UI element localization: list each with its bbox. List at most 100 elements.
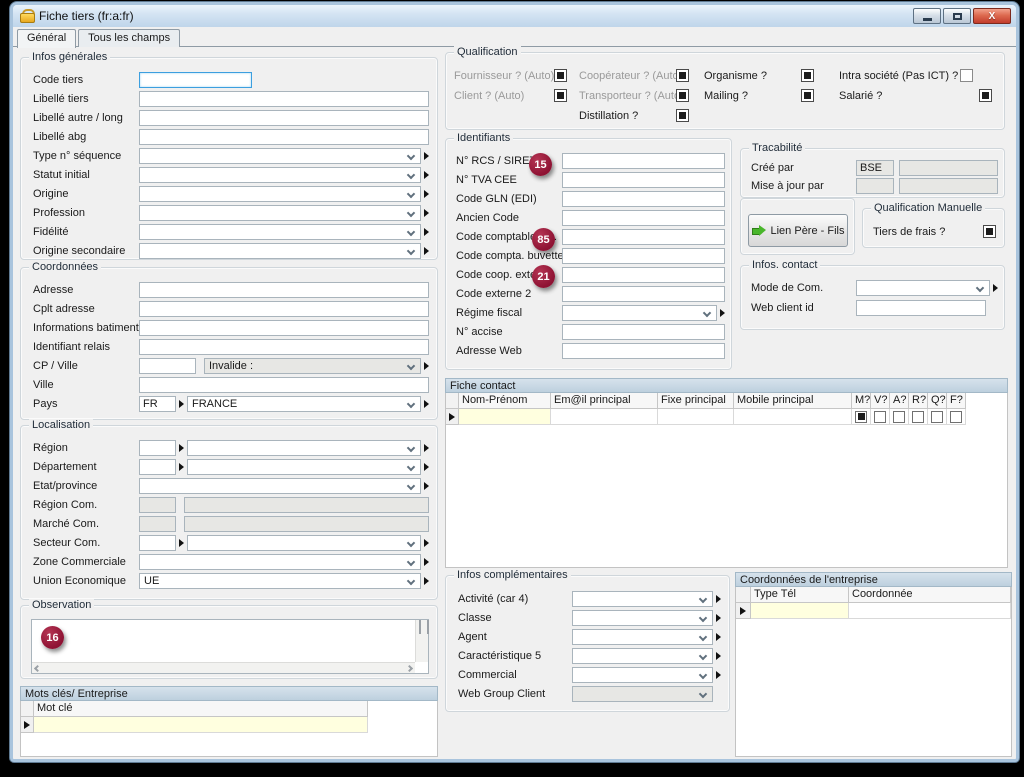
- classe-combo[interactable]: [572, 610, 713, 626]
- detail-arrow-icon[interactable]: [424, 577, 429, 585]
- scroll-right-icon[interactable]: [406, 664, 413, 671]
- tab-tous-les-champs[interactable]: Tous les champs: [78, 29, 180, 47]
- row-selector[interactable]: [736, 603, 751, 619]
- caracteristique-5-combo[interactable]: [572, 648, 713, 664]
- ville-input[interactable]: [139, 377, 429, 393]
- r-checkbox[interactable]: [912, 411, 924, 423]
- web-group-client-combo[interactable]: [572, 686, 713, 702]
- detail-arrow-icon[interactable]: [716, 633, 721, 641]
- detail-arrow-icon[interactable]: [424, 444, 429, 452]
- detail-arrow-icon[interactable]: [179, 400, 184, 408]
- detail-arrow-icon[interactable]: [716, 652, 721, 660]
- r-flag-cell[interactable]: [909, 409, 928, 425]
- origine-secondaire-combo[interactable]: [139, 243, 421, 259]
- informations-batiment-input[interactable]: [139, 320, 429, 336]
- close-button[interactable]: X: [973, 8, 1011, 24]
- code-externe-2-input[interactable]: [562, 286, 725, 302]
- fournisseur-checkbox[interactable]: [554, 69, 567, 82]
- transporteur-checkbox[interactable]: [676, 89, 689, 102]
- detail-arrow-icon[interactable]: [424, 228, 429, 236]
- etat-province-combo[interactable]: [139, 478, 421, 494]
- minimize-button[interactable]: [913, 8, 941, 24]
- v-flag-cell[interactable]: [871, 409, 890, 425]
- identifiant-relais-input[interactable]: [139, 339, 429, 355]
- m-checkbox[interactable]: [855, 411, 867, 423]
- detail-arrow-icon[interactable]: [424, 190, 429, 198]
- statut-initial-combo[interactable]: [139, 167, 421, 183]
- detail-arrow-icon[interactable]: [424, 539, 429, 547]
- q-flag-cell[interactable]: [928, 409, 947, 425]
- f-checkbox[interactable]: [950, 411, 962, 423]
- tab-general[interactable]: Général: [17, 29, 76, 48]
- v-checkbox[interactable]: [874, 411, 886, 423]
- adresse-input[interactable]: [139, 282, 429, 298]
- ville-combo[interactable]: Invalide :: [204, 358, 421, 374]
- cplt-adresse-input[interactable]: [139, 301, 429, 317]
- web-client-id-input[interactable]: [856, 300, 986, 316]
- detail-arrow-icon[interactable]: [424, 463, 429, 471]
- detail-arrow-icon[interactable]: [716, 614, 721, 622]
- code-compta-buvette-input[interactable]: [562, 248, 725, 264]
- tva-cee-input[interactable]: [562, 172, 725, 188]
- m-flag-cell[interactable]: [852, 409, 871, 425]
- pays-combo[interactable]: FRANCE: [187, 396, 421, 412]
- rcs-siret-input[interactable]: [562, 153, 725, 169]
- code-coop-externe-input[interactable]: [562, 267, 725, 283]
- libelle-autre-input[interactable]: [139, 110, 429, 126]
- agent-combo[interactable]: [572, 629, 713, 645]
- detail-arrow-icon[interactable]: [424, 400, 429, 408]
- intra-societe-checkbox[interactable]: [960, 69, 973, 82]
- type-tel-cell[interactable]: [751, 603, 849, 619]
- departement-combo[interactable]: [187, 459, 421, 475]
- activite-combo[interactable]: [572, 591, 713, 607]
- secteur-com-combo[interactable]: [187, 535, 421, 551]
- detail-arrow-icon[interactable]: [993, 284, 998, 292]
- detail-arrow-icon[interactable]: [179, 539, 184, 547]
- mailing-checkbox[interactable]: [801, 89, 814, 102]
- mobile-principal-cell[interactable]: [734, 409, 852, 425]
- nom-prenom-cell[interactable]: [459, 409, 551, 425]
- detail-arrow-icon[interactable]: [720, 309, 725, 317]
- detail-arrow-icon[interactable]: [716, 671, 721, 679]
- scroll-up-icon[interactable]: [419, 620, 421, 634]
- cp-input[interactable]: [139, 358, 196, 374]
- origine-combo[interactable]: [139, 186, 421, 202]
- detail-arrow-icon[interactable]: [424, 247, 429, 255]
- detail-arrow-icon[interactable]: [424, 482, 429, 490]
- profession-combo[interactable]: [139, 205, 421, 221]
- accise-input[interactable]: [562, 324, 725, 340]
- detail-arrow-icon[interactable]: [424, 171, 429, 179]
- detail-arrow-icon[interactable]: [424, 209, 429, 217]
- departement-code-input[interactable]: [139, 459, 176, 475]
- row-selector[interactable]: [446, 409, 459, 425]
- region-combo[interactable]: [187, 440, 421, 456]
- libelle-tiers-input[interactable]: [139, 91, 429, 107]
- region-code-input[interactable]: [139, 440, 176, 456]
- detail-arrow-icon[interactable]: [716, 595, 721, 603]
- pays-code-input[interactable]: FR: [139, 396, 176, 412]
- code-tiers-input[interactable]: [139, 72, 252, 88]
- vertical-scrollbar[interactable]: [415, 620, 428, 662]
- libelle-abg-input[interactable]: [139, 129, 429, 145]
- commercial-combo[interactable]: [572, 667, 713, 683]
- detail-arrow-icon[interactable]: [424, 558, 429, 566]
- tiers-de-frais-checkbox[interactable]: [983, 225, 996, 238]
- q-checkbox[interactable]: [931, 411, 943, 423]
- f-flag-cell[interactable]: [947, 409, 966, 425]
- distillation-checkbox[interactable]: [676, 109, 689, 122]
- union-economique-combo[interactable]: UE: [139, 573, 421, 589]
- detail-arrow-icon[interactable]: [179, 444, 184, 452]
- lien-pere-fils-button[interactable]: Lien Père - Fils: [748, 214, 848, 247]
- detail-arrow-icon[interactable]: [424, 152, 429, 160]
- zone-commerciale-combo[interactable]: [139, 554, 421, 570]
- salarie-checkbox[interactable]: [979, 89, 992, 102]
- code-comptable-ext-input[interactable]: [562, 229, 725, 245]
- horizontal-scrollbar[interactable]: [32, 662, 415, 673]
- coordonnee-cell[interactable]: [849, 603, 1011, 619]
- mot-cle-cell[interactable]: [34, 717, 368, 733]
- title-bar[interactable]: Fiche tiers (fr:a:fr) X: [13, 5, 1016, 27]
- email-principal-cell[interactable]: [551, 409, 658, 425]
- ancien-code-input[interactable]: [562, 210, 725, 226]
- a-flag-cell[interactable]: [890, 409, 909, 425]
- maximize-button[interactable]: [943, 8, 971, 24]
